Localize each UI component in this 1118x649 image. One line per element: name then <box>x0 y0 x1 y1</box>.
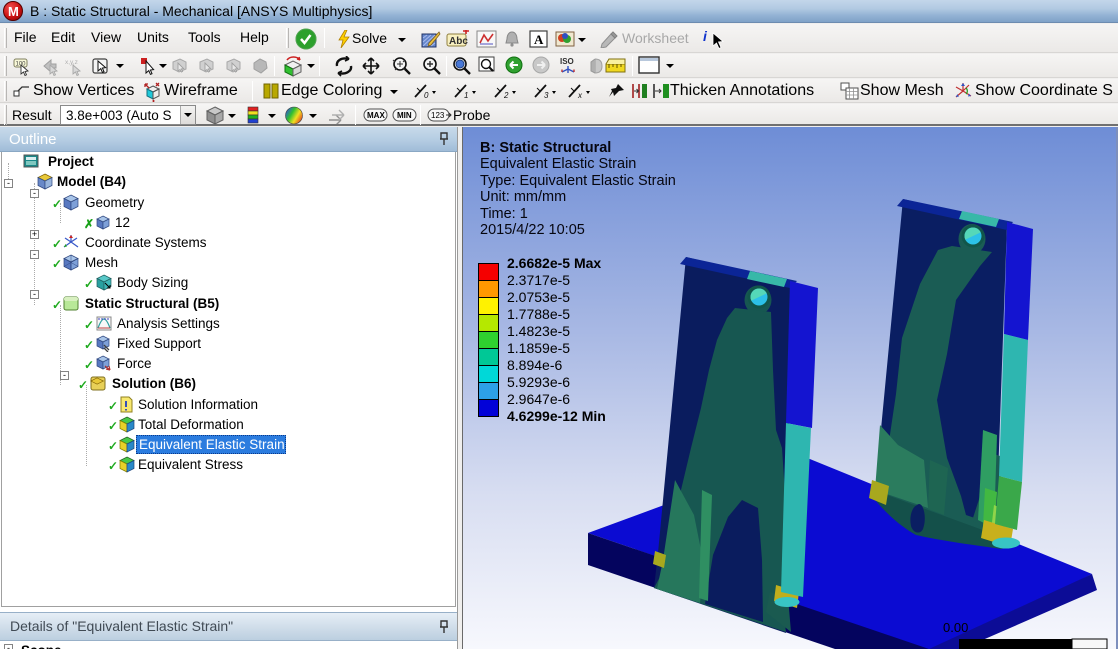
svg-text:123: 123 <box>431 111 445 120</box>
svg-text:MIN: MIN <box>397 111 412 120</box>
svg-text:Abc: Abc <box>449 36 468 47</box>
svg-text:1: 1 <box>464 91 468 100</box>
svg-text:A: A <box>534 32 544 47</box>
svg-text:0: 0 <box>424 91 429 100</box>
svg-text:MAX: MAX <box>367 111 385 120</box>
svg-text:3: 3 <box>544 91 549 100</box>
svg-text:0.00: 0.00 <box>943 620 968 635</box>
svg-text:2: 2 <box>503 91 509 100</box>
svg-text:x,y,z: x,y,z <box>65 59 78 66</box>
svg-text:ISO: ISO <box>560 57 574 66</box>
svg-text:x: x <box>577 91 583 100</box>
